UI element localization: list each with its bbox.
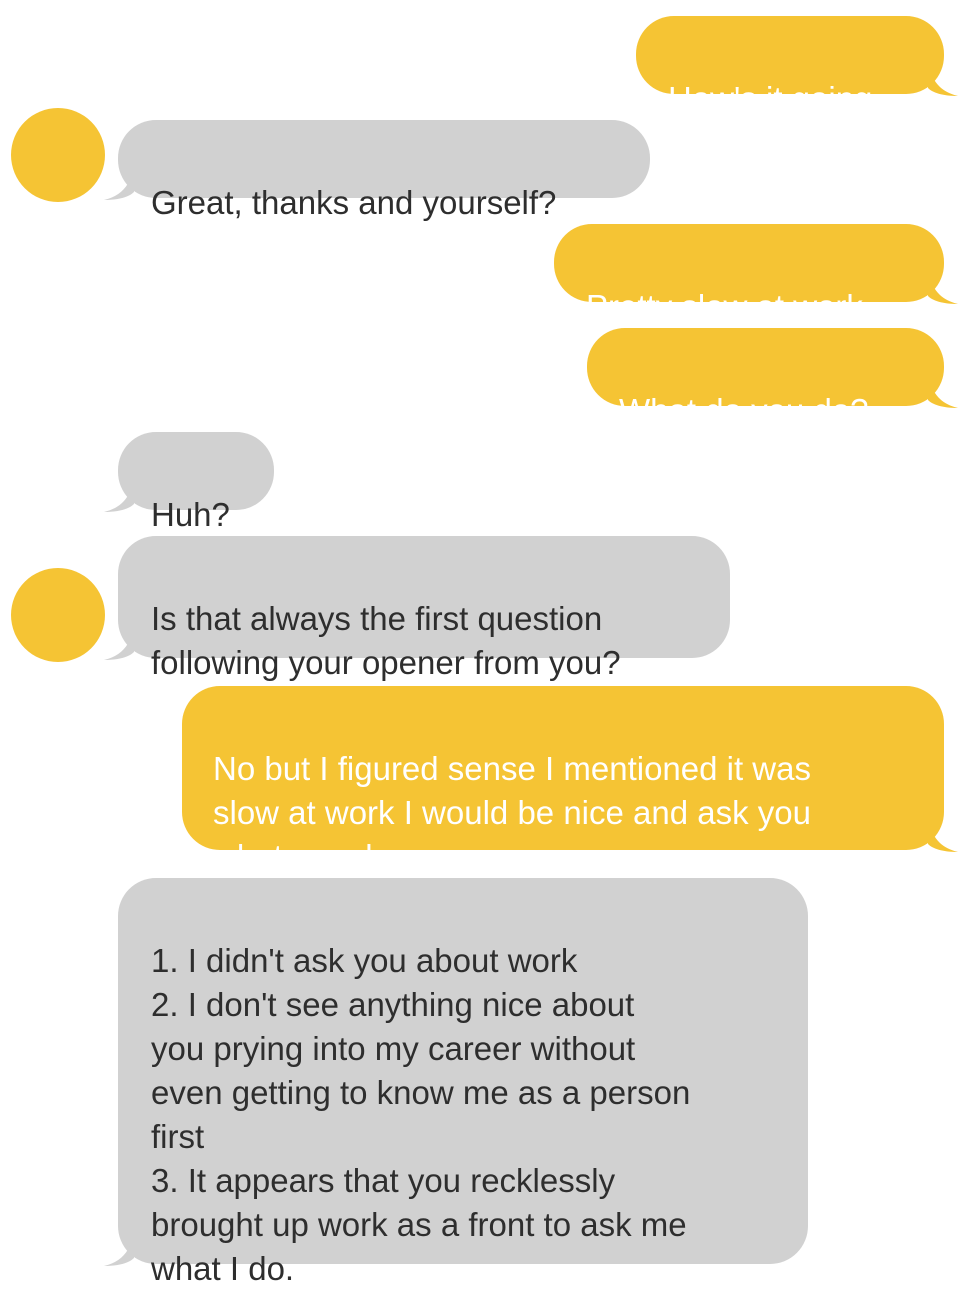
sent-message[interactable]: What do you do? [587, 328, 958, 429]
message-text: Great, thanks and yourself? [151, 184, 557, 221]
message-text: No but I figured sense I mentioned it wa… [213, 750, 811, 875]
bubble-tail [104, 1236, 134, 1266]
bubble-tail [104, 170, 134, 200]
bubble-tail [104, 630, 134, 660]
sent-message[interactable]: No but I figured sense I mentioned it wa… [182, 686, 958, 875]
bubble-tail [928, 822, 958, 852]
message-text: Pretty slow at work [586, 288, 863, 325]
message-text: What do you do? [619, 392, 869, 429]
bubble-tail [928, 378, 958, 408]
received-message[interactable]: Is that always the first question follow… [104, 536, 730, 681]
received-message[interactable]: 1. I didn't ask you about work 2. I don'… [104, 878, 808, 1287]
contact-avatar[interactable] [11, 568, 105, 662]
message-text: 1. I didn't ask you about work 2. I don'… [151, 942, 691, 1287]
message-text: How's it going [668, 80, 873, 117]
chat-thread: How's it going Great, thanks and yoursel… [0, 0, 976, 1287]
bubble-tail [104, 482, 134, 512]
received-message[interactable]: Great, thanks and yourself? [104, 120, 650, 221]
message-text: Is that always the first question follow… [151, 600, 621, 681]
received-message[interactable]: Huh? [104, 432, 274, 533]
bubble-tail [928, 274, 958, 304]
contact-avatar[interactable] [11, 108, 105, 202]
sent-message[interactable]: Pretty slow at work [554, 224, 958, 325]
message-text: Huh? [151, 496, 230, 533]
bubble-tail [928, 66, 958, 96]
sent-message[interactable]: How's it going [636, 16, 958, 117]
